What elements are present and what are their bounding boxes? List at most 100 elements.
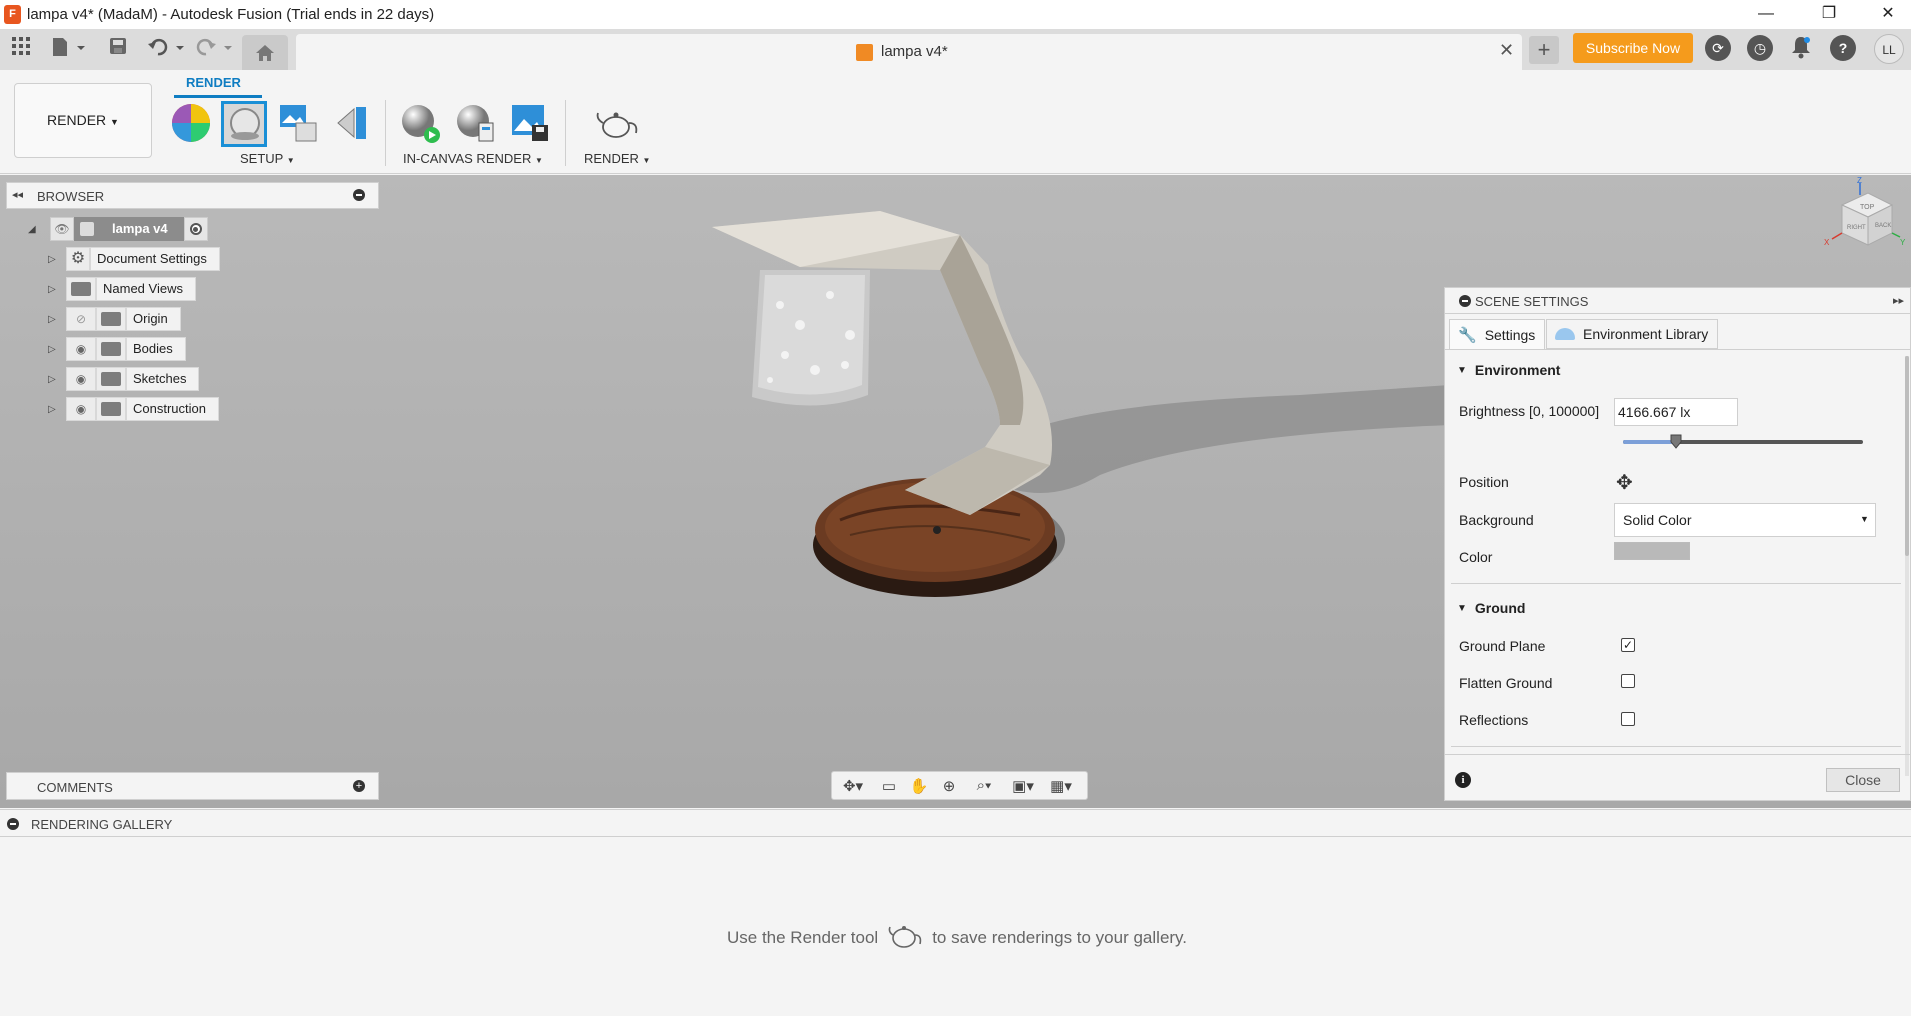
- pan-hand-icon[interactable]: ✋: [904, 777, 934, 795]
- user-avatar[interactable]: LL: [1874, 34, 1904, 64]
- expand-triangle-icon[interactable]: ▷: [48, 254, 60, 265]
- render-teapot-icon[interactable]: [596, 103, 638, 143]
- setup-group-label[interactable]: SETUP ▼: [240, 151, 295, 166]
- fit-zoom-icon[interactable]: ⌕▾: [964, 777, 1004, 794]
- in-canvas-render-settings-icon[interactable]: [455, 103, 495, 143]
- brightness-slider-thumb[interactable]: [1668, 433, 1684, 449]
- appearance-icon[interactable]: [171, 103, 211, 143]
- maximize-button[interactable]: ❐: [1806, 0, 1852, 29]
- gear-icon: ⚙: [66, 247, 90, 271]
- divider: [1445, 349, 1910, 350]
- tab-environment-library-label: Environment Library: [1583, 326, 1709, 342]
- file-menu-icon[interactable]: [48, 36, 86, 62]
- ground-section-header[interactable]: ▼ Ground: [1457, 600, 1525, 616]
- ground-plane-checkbox[interactable]: ✓: [1621, 638, 1635, 652]
- job-status-clock-icon[interactable]: ◷: [1747, 35, 1773, 61]
- view-cube[interactable]: TOP RIGHT BACK Z X Y: [1820, 175, 1910, 268]
- tree-item-origin[interactable]: ▷ ⊘ Origin: [48, 307, 220, 331]
- reflections-checkbox[interactable]: [1621, 712, 1635, 726]
- tree-root-row[interactable]: ◢ 👁 lampa v4: [28, 217, 220, 241]
- apps-grid-icon[interactable]: [8, 36, 34, 62]
- minimize-panel-icon[interactable]: [1459, 295, 1471, 307]
- navigation-bar: ✥▾ ▭ ✋ ⊕ ⌕▾ ▣▾ ▦▾: [831, 771, 1088, 800]
- texture-map-icon[interactable]: [334, 103, 370, 143]
- tab-environment-library[interactable]: Environment Library: [1546, 319, 1718, 349]
- collapse-triangle-icon[interactable]: ◢: [28, 224, 40, 235]
- scene-settings-header[interactable]: SCENE SETTINGS ▸▸: [1445, 288, 1911, 314]
- collapse-triangle-icon: ▼: [1457, 364, 1467, 376]
- tree-root-label[interactable]: lampa v4: [74, 217, 184, 241]
- close-tab-icon[interactable]: ✕: [1499, 40, 1514, 61]
- browser-panel-header[interactable]: ◂◂ BROWSER: [6, 182, 379, 209]
- visibility-eye-icon[interactable]: ◉: [66, 367, 96, 391]
- decal-icon[interactable]: [278, 103, 320, 143]
- capture-image-icon[interactable]: [510, 103, 550, 143]
- ribbon-toolbar: RENDER ▼ RENDER SETUP ▼ IN-CANVAS RENDER…: [0, 70, 1911, 174]
- redo-icon[interactable]: [194, 36, 234, 62]
- hidden-eye-icon[interactable]: ⊘: [66, 307, 96, 331]
- minimize-panel-icon[interactable]: [7, 818, 19, 830]
- sync-icon[interactable]: ⟳: [1705, 35, 1731, 61]
- axis-z-label: Z: [1857, 176, 1862, 185]
- document-tab[interactable]: lampa v4* ✕: [296, 34, 1522, 70]
- close-window-button[interactable]: ✕: [1865, 0, 1911, 29]
- visibility-eye-icon[interactable]: 👁: [50, 217, 74, 241]
- look-at-icon[interactable]: ▭: [874, 777, 904, 795]
- tree-item-bodies[interactable]: ▷ ◉ Bodies: [48, 337, 220, 361]
- visibility-eye-icon[interactable]: ◉: [66, 397, 96, 421]
- tree-item-construction[interactable]: ▷ ◉ Construction: [48, 397, 220, 421]
- background-color-swatch[interactable]: [1614, 542, 1690, 560]
- scene-settings-icon[interactable]: [221, 101, 267, 147]
- comments-panel-header[interactable]: COMMENTS +: [6, 772, 379, 800]
- scrollbar-thumb[interactable]: [1905, 356, 1909, 556]
- tree-item-sketches[interactable]: ▷ ◉ Sketches: [48, 367, 220, 391]
- new-tab-button[interactable]: +: [1529, 36, 1559, 64]
- rendering-gallery-title: RENDERING GALLERY: [31, 817, 173, 832]
- orbit-icon[interactable]: ✥▾: [832, 777, 874, 795]
- in-canvas-render-icon[interactable]: [400, 103, 440, 143]
- close-button[interactable]: Close: [1826, 768, 1900, 792]
- add-comment-icon[interactable]: +: [353, 780, 365, 792]
- environment-section-header[interactable]: ▼ Environment: [1457, 362, 1560, 378]
- tree-item-document-settings[interactable]: ▷ ⚙ Document Settings: [48, 247, 220, 271]
- flatten-ground-label: Flatten Ground: [1459, 675, 1553, 691]
- expand-triangle-icon[interactable]: ▷: [48, 314, 60, 325]
- notifications-bell-icon[interactable]: [1788, 35, 1814, 61]
- brightness-input[interactable]: 4166.667 lx: [1614, 398, 1738, 426]
- save-icon[interactable]: [106, 36, 130, 62]
- undo-icon[interactable]: [146, 36, 186, 62]
- chevron-down-icon: ▼: [110, 117, 119, 127]
- render-group-label[interactable]: RENDER ▼: [584, 151, 650, 166]
- zoom-icon[interactable]: ⊕: [934, 777, 964, 795]
- display-settings-icon[interactable]: ▣▾: [1004, 777, 1042, 795]
- background-dropdown[interactable]: Solid Color ▼: [1614, 503, 1876, 537]
- visibility-eye-icon[interactable]: ◉: [66, 337, 96, 361]
- minimize-panel-icon[interactable]: [353, 189, 365, 201]
- move-arrows-icon[interactable]: ✥: [1616, 470, 1633, 495]
- expand-triangle-icon[interactable]: ▷: [48, 404, 60, 415]
- tab-settings[interactable]: 🔧 Settings: [1449, 319, 1545, 349]
- help-icon[interactable]: ?: [1830, 35, 1856, 61]
- flatten-ground-checkbox[interactable]: [1621, 674, 1635, 688]
- grid-settings-icon[interactable]: ▦▾: [1042, 777, 1080, 795]
- expand-triangle-icon[interactable]: ▷: [48, 374, 60, 385]
- collapse-panel-icon[interactable]: ◂◂: [12, 188, 23, 201]
- in-canvas-render-group-label[interactable]: IN-CANVAS RENDER ▼: [403, 151, 543, 166]
- workspace-switcher-button[interactable]: RENDER ▼: [14, 83, 152, 158]
- comments-title: COMMENTS: [37, 780, 113, 795]
- expand-triangle-icon[interactable]: ▷: [48, 284, 60, 295]
- minimize-button[interactable]: —: [1743, 0, 1789, 29]
- info-icon[interactable]: i: [1455, 772, 1471, 788]
- rendering-gallery-header[interactable]: RENDERING GALLERY: [0, 809, 1911, 837]
- subscribe-now-button[interactable]: Subscribe Now: [1573, 33, 1693, 63]
- reflections-label: Reflections: [1459, 712, 1529, 728]
- tab-render[interactable]: RENDER: [186, 75, 241, 90]
- browser-tree: ◢ 👁 lampa v4 ▷ ⚙ Document Settings ▷ Nam…: [28, 217, 220, 421]
- render-teapot-icon: [888, 922, 922, 953]
- expand-triangle-icon[interactable]: ▷: [48, 344, 60, 355]
- expand-panel-icon[interactable]: ▸▸: [1893, 294, 1904, 307]
- tree-item-named-views[interactable]: ▷ Named Views: [48, 277, 220, 301]
- activate-radio-icon[interactable]: [183, 217, 208, 241]
- home-tab[interactable]: [242, 35, 288, 70]
- chevron-down-icon: ▼: [1860, 514, 1869, 524]
